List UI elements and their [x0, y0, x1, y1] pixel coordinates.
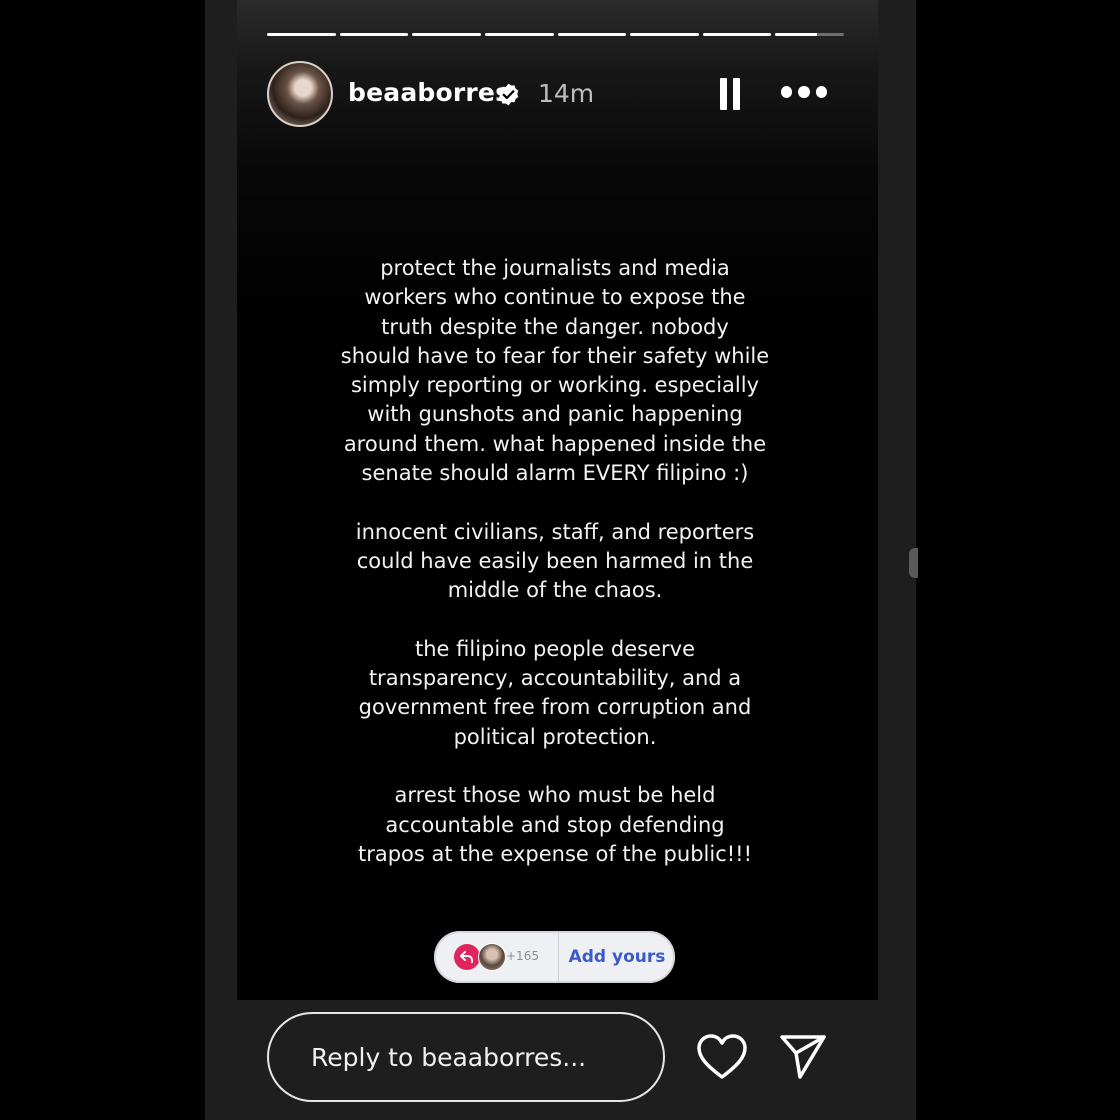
more-options-icon[interactable]: [781, 86, 827, 102]
add-yours-participants[interactable]: +165: [434, 931, 558, 983]
story-timestamp: 14m: [538, 79, 595, 108]
next-story-handle[interactable]: [909, 548, 918, 578]
story-text: protect the journalists and media worker…: [305, 254, 805, 869]
progress-segment: [339, 33, 409, 36]
story-text-paragraph: arrest those who must be held accountabl…: [357, 783, 753, 866]
participant-count: +165: [506, 949, 539, 963]
progress-segment: [412, 33, 481, 36]
story-username[interactable]: beaaborres: [348, 78, 510, 107]
progress-segment: [557, 33, 627, 36]
progress-segment: [630, 33, 699, 36]
pause-icon[interactable]: [718, 78, 742, 110]
progress-segment: [702, 33, 772, 36]
add-yours-button[interactable]: Add yours: [559, 947, 675, 967]
story-text-paragraph: protect the journalists and media worker…: [340, 256, 770, 486]
avatar[interactable]: [267, 61, 333, 127]
story-progress-bar: [267, 33, 844, 37]
reply-arrow-icon: [454, 944, 480, 970]
reply-input[interactable]: [267, 1012, 665, 1102]
send-icon[interactable]: [778, 1033, 828, 1081]
participant-avatar: [478, 943, 506, 971]
story-text-paragraph: the filipino people deserve transparency…: [358, 636, 752, 749]
progress-segment: [775, 33, 844, 36]
heart-icon[interactable]: [696, 1033, 748, 1081]
progress-segment: [484, 33, 554, 36]
add-yours-sticker[interactable]: +165 Add yours: [434, 931, 675, 983]
verified-badge-icon: [498, 83, 519, 106]
progress-segment: [267, 33, 336, 36]
story-text-paragraph: innocent civilians, staff, and reporters…: [355, 519, 755, 603]
